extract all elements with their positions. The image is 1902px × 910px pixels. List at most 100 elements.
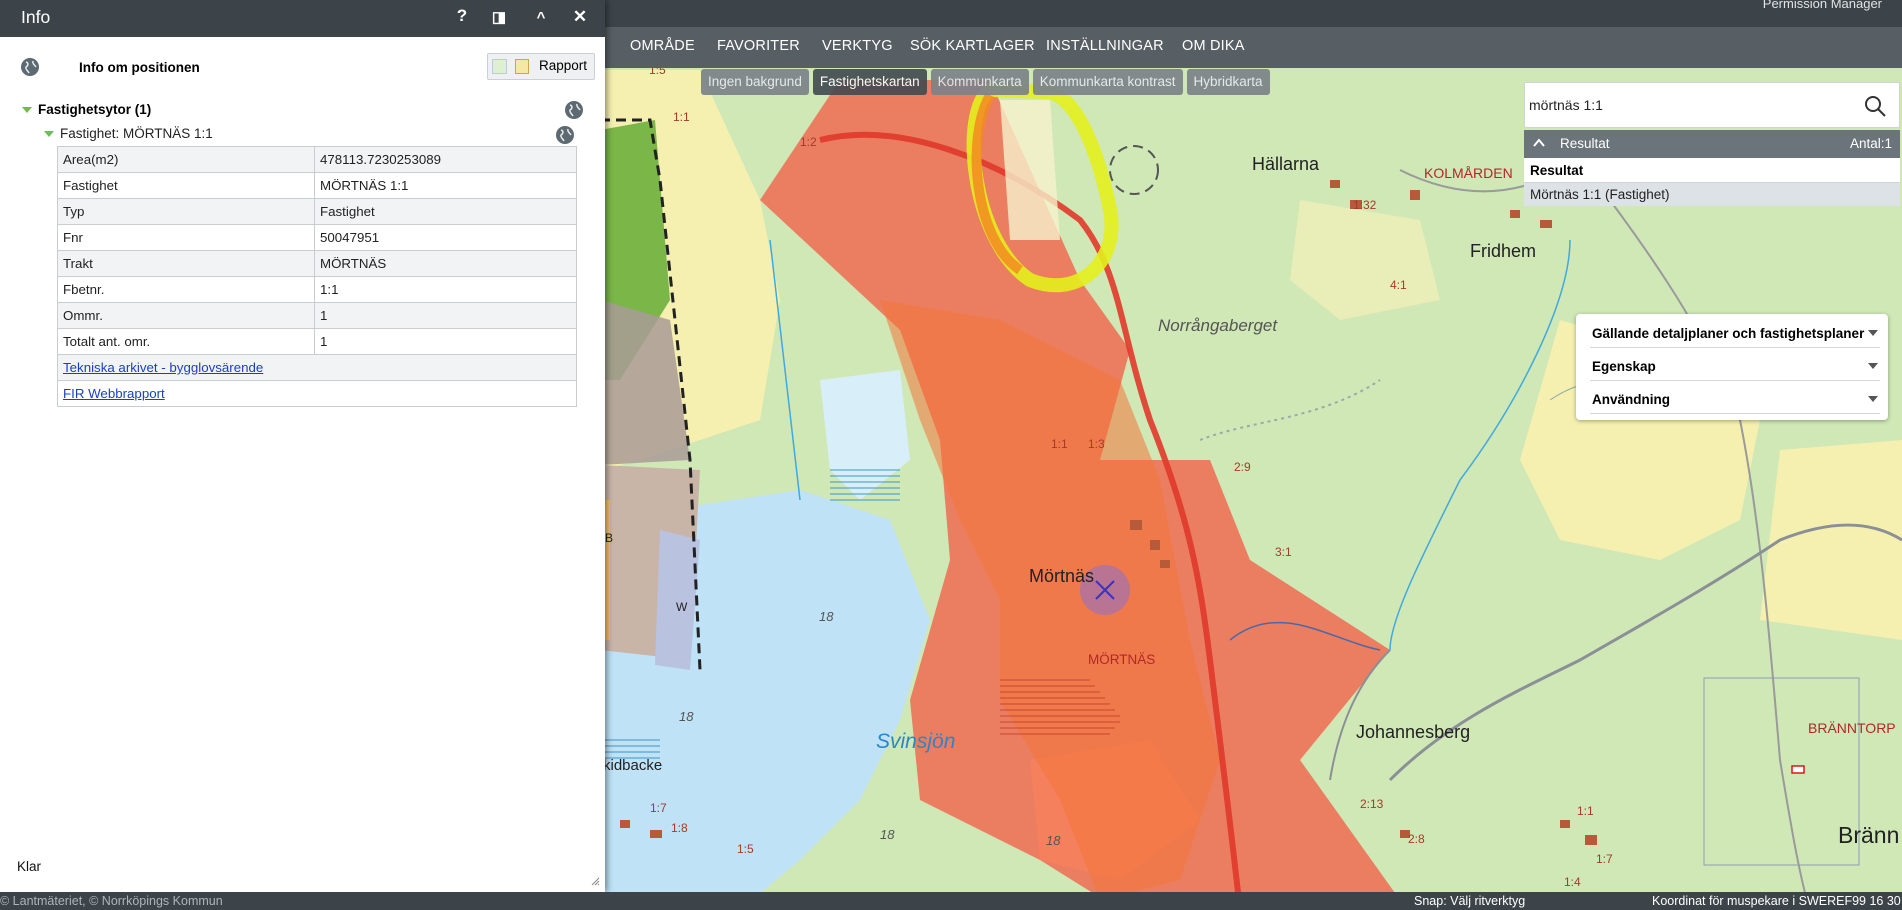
main-nav: OMRÅDE FAVORITER VERKTYG SÖK KARTLAGER I… [600,27,1902,68]
map-label-johannesberg: Johannesberg [1356,722,1470,742]
search-icon[interactable] [1863,94,1887,118]
table-row: Fastighet MÖRTNÄS 1:1 [57,172,577,199]
layer-anvandning-dropdown[interactable]: Användning [1590,383,1880,414]
map-depth-label: 18 [819,609,834,624]
table-row: Area(m2) 478113.7230253089 [57,146,577,173]
layer-detaljplaner-dropdown[interactable]: Gällande detaljplaner och fastighetsplan… [1590,317,1880,348]
tab-kommunkarta[interactable]: Kommunkarta [930,69,1029,95]
table-row: Typ Fastighet [57,198,577,225]
info-panel-header[interactable]: Info ? ◨ ^ ✕ [0,0,605,37]
property-key: Ommr. [57,302,315,329]
map-label-kidbacke: kidbacke [603,757,662,774]
layer-egenskap-dropdown[interactable]: Egenskap [1590,350,1880,381]
globe-icon[interactable] [20,57,40,77]
rapport-label: Rapport [539,58,588,73]
table-row: Trakt MÖRTNÄS [57,250,577,277]
parcel-label: 4:1 [1390,278,1407,292]
parcel-label: 3:1 [1275,545,1292,559]
tree-group[interactable]: Fastighetsytor (1) [22,102,151,117]
layer-filter-panel: Gällande detaljplaner och fastighetsplan… [1576,314,1888,420]
nav-om-dika[interactable]: OM DIKA [1182,38,1245,54]
parcel-label: 1:3 [1088,437,1105,451]
property-key: Trakt [57,250,315,277]
property-key: Fastighet [57,172,315,199]
property-value: 1 [314,302,577,329]
parcel-label: W [676,600,688,614]
map-label-kolmarden: KOLMÅRDEN [1424,165,1513,181]
close-button[interactable]: ✕ [569,7,591,31]
nav-favoriter[interactable]: FAVORITER [717,38,800,54]
nav-omrade[interactable]: OMRÅDE [630,38,695,54]
permission-manager-link[interactable]: Permission Manager [1763,0,1882,11]
parcel-label: 1:1 [673,110,690,124]
tekniska-arkivet-link[interactable]: Tekniska arkivet - bygglovsärende [57,354,577,381]
tree-item[interactable]: Fastighet: MÖRTNÄS 1:1 [44,126,213,141]
property-key: Area(m2) [57,146,315,173]
property-value: 50047951 [314,224,577,251]
caret-down-icon [1868,396,1878,402]
search-box[interactable]: mörtnäs 1:1 [1524,82,1900,128]
parcel-label: 1:32 [1353,198,1377,212]
nav-installningar[interactable]: INSTÄLLNINGAR [1046,38,1164,54]
info-panel: Info ? ◨ ^ ✕ Info om positionen Rapport … [0,0,605,892]
map-depth-label: 18 [679,709,694,724]
results-subheader: Resultat [1524,158,1900,183]
table-row: Fnr 50047951 [57,224,577,251]
parcel-label: 1:1 [1577,804,1594,818]
map-label-mortnas: Mörtnäs [1029,566,1094,586]
globe-icon[interactable] [555,125,575,145]
map-depth-label: 18 [1046,833,1061,848]
collapse-button[interactable]: ^ [530,9,552,33]
map-label-norrangaberget: Norrångaberget [1158,316,1278,335]
tab-ingen-bakgrund[interactable]: Ingen bakgrund [701,69,809,95]
result-item[interactable]: Mörtnäs 1:1 (Fastighet) [1524,183,1900,206]
fir-webbrapport-link[interactable]: FIR Webbrapport [57,380,577,407]
panel-title: Info [21,7,51,27]
tab-hybridkarta[interactable]: Hybridkarta [1186,69,1270,95]
rapport-button[interactable]: Rapport [487,53,595,80]
table-row: Ommr. 1 [57,302,577,329]
parcel-label: B [605,531,613,545]
parcel-label: 1:7 [1596,852,1613,866]
tab-kommunkarta-kontrast[interactable]: Kommunkarta kontrast [1032,69,1183,95]
snap-status: Snap: Välj ritverktyg [1414,894,1526,908]
property-key: Totalt ant. omr. [57,328,315,355]
globe-icon[interactable] [564,100,584,120]
nav-verktyg[interactable]: VERKTYG [822,38,893,54]
dock-button[interactable]: ◨ [488,8,510,32]
map-label-mortnas-caps: MÖRTNÄS [1088,652,1155,667]
property-value: MÖRTNÄS 1:1 [314,172,577,199]
status-bar: © Lantmäteriet, © Norrköpings Kommun Sna… [0,892,1902,910]
search-results: Resultat Antal:1 Resultat Mörtnäs 1:1 (F… [1524,130,1900,206]
layer-label: Egenskap [1592,359,1656,374]
map-label-branntorp: BRÄNNTORP [1808,720,1896,736]
resize-grip-icon[interactable] [590,876,600,886]
results-count: Antal:1 [1849,136,1892,151]
info-subtitle: Info om positionen [79,60,200,75]
property-value: 478113.7230253089 [314,146,577,173]
results-header[interactable]: Resultat Antal:1 [1524,130,1900,158]
map-label-brann: Bränn [1838,822,1899,848]
parcel-label: 2:8 [1408,832,1425,846]
parcel-label: 1:1 [1051,437,1068,451]
parcel-label: 1:2 [800,135,817,149]
table-row: FIR Webbrapport [57,380,577,407]
table-row: Fbetnr. 1:1 [57,276,577,303]
expand-icon[interactable] [44,131,54,138]
parcel-label: 1:7 [650,801,667,815]
caret-down-icon [1868,330,1878,336]
panel-status: Klar [17,859,42,874]
help-button[interactable]: ? [451,6,473,30]
layer-label: Gällande detaljplaner och fastighetsplan… [1592,326,1865,341]
search-input[interactable]: mörtnäs 1:1 [1529,97,1603,113]
layer-label: Användning [1592,392,1670,407]
property-value: 1:1 [314,276,577,303]
nav-sok-kartlager[interactable]: SÖK KARTLAGER [910,38,1035,54]
property-value: MÖRTNÄS [314,250,577,277]
map-label-fridhem: Fridhem [1470,241,1536,261]
tree-group-label: Fastighetsytor (1) [38,102,152,117]
chevron-up-icon[interactable] [1532,136,1546,150]
expand-icon[interactable] [22,107,32,114]
tab-fastighetskartan[interactable]: Fastighetskartan [812,69,927,95]
dropdown-arrow-icon[interactable] [492,59,507,74]
